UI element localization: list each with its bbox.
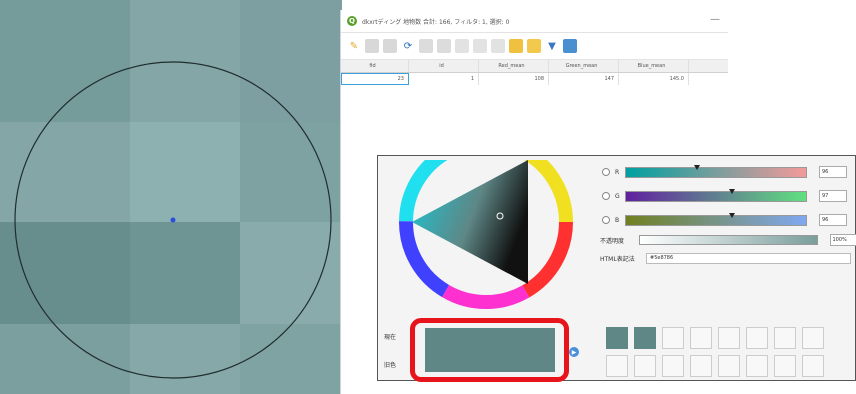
blue-slider[interactable] <box>625 212 807 226</box>
radio-g[interactable] <box>602 192 610 200</box>
color-swatch[interactable] <box>662 327 684 349</box>
grid-header: fid id Red_mean Green_mean Blue_mean <box>341 60 728 73</box>
minimize-icon[interactable]: — <box>710 14 720 25</box>
window-title: dkxrtディング 地物数 合計: 166, フィルタ: 1, 選択: 0 <box>362 18 510 26</box>
column-header[interactable]: Blue_mean <box>619 60 689 72</box>
table-cell[interactable]: 1 <box>409 73 479 85</box>
channel-label: R <box>615 168 620 176</box>
column-header[interactable]: Green_mean <box>549 60 619 72</box>
calc-icon[interactable] <box>563 39 577 53</box>
qgis-logo-icon: Q <box>347 16 357 26</box>
table-cell[interactable]: 108 <box>479 73 549 85</box>
color-swatch[interactable] <box>774 327 796 349</box>
channel-label: G <box>615 192 620 200</box>
opacity-slider[interactable] <box>639 235 818 245</box>
color-swatch-grid <box>606 327 824 377</box>
color-swatch[interactable] <box>690 327 712 349</box>
edit-pencil-icon[interactable]: ✎ <box>347 39 361 53</box>
slider-thumb[interactable] <box>694 164 701 170</box>
green-slider[interactable] <box>625 188 807 202</box>
color-swatch[interactable] <box>634 355 656 377</box>
opacity-label: 不透明度 <box>600 237 625 245</box>
map-canvas[interactable] <box>0 0 342 394</box>
refresh-icon[interactable]: ⟳ <box>401 39 415 53</box>
apply-arrow-icon[interactable]: ▶ <box>569 347 579 357</box>
old-color-label: 旧色 <box>384 362 397 369</box>
point-marker[interactable] <box>170 217 176 223</box>
slider-row-g: G 97 <box>600 188 856 204</box>
radio-r[interactable] <box>602 168 610 176</box>
attribute-toolbar: ✎ ⟳ ▼ <box>341 33 728 60</box>
radio-b[interactable] <box>602 216 610 224</box>
table-cell[interactable]: 23 <box>341 73 409 85</box>
opacity-value-field[interactable]: 100% <box>829 234 856 246</box>
column-header[interactable]: id <box>409 60 479 72</box>
color-swatch[interactable] <box>802 327 824 349</box>
attribute-grid: fid id Red_mean Green_mean Blue_mean 23 … <box>341 60 728 85</box>
trash-icon[interactable] <box>473 39 487 53</box>
zoom-icon[interactable] <box>491 39 505 53</box>
html-notation-label: HTML表記法 <box>600 255 635 263</box>
table-cell[interactable]: 145.0 <box>619 73 689 85</box>
color-swatch[interactable] <box>746 327 768 349</box>
html-notation-row: HTML表記法 #5e8786 <box>600 252 856 264</box>
color-swatch[interactable] <box>662 355 684 377</box>
color-swatch[interactable] <box>634 327 656 349</box>
color-swatch[interactable] <box>690 355 712 377</box>
window-title-bar: Q dkxrtディング 地物数 合計: 166, フィルタ: 1, 選択: 0 … <box>341 10 728 33</box>
slider-row-b: B 96 <box>600 212 856 228</box>
color-swatch[interactable] <box>606 327 628 349</box>
color-wheel[interactable] <box>390 160 578 310</box>
color-swatch[interactable] <box>774 355 796 377</box>
slider-thumb[interactable] <box>728 188 735 194</box>
red-slider[interactable] <box>625 164 807 178</box>
red-value-field[interactable]: 96 <box>819 166 847 178</box>
html-notation-field[interactable]: #5e8786 <box>646 252 851 264</box>
saturation-triangle[interactable] <box>412 160 528 284</box>
column-header[interactable]: fid <box>341 60 409 72</box>
filter-icon[interactable]: ▼ <box>545 39 559 53</box>
table-icon[interactable] <box>527 39 541 53</box>
channel-sliders: R 96 G 97 B 96 不透明度 100% HTML表記法 #5e8786 <box>600 164 856 264</box>
buffer-overlay <box>14 61 332 379</box>
opacity-row: 不透明度 100% <box>600 234 856 246</box>
slider-row-r: R 96 <box>600 164 856 180</box>
channel-label: B <box>615 216 620 224</box>
slider-thumb[interactable] <box>728 212 735 218</box>
highlight-annotation <box>410 318 569 382</box>
color-swatch[interactable] <box>802 355 824 377</box>
paste-icon[interactable] <box>437 39 451 53</box>
color-swatch[interactable] <box>746 355 768 377</box>
blue-value-field[interactable]: 96 <box>819 214 847 226</box>
table-cell[interactable]: 147 <box>549 73 619 85</box>
select-icon[interactable] <box>509 39 523 53</box>
green-value-field[interactable]: 97 <box>819 190 847 202</box>
column-header[interactable]: Red_mean <box>479 60 549 72</box>
copy-icon[interactable] <box>419 39 433 53</box>
current-color-label: 現在 <box>384 334 397 341</box>
delete-icon[interactable] <box>383 39 397 53</box>
color-swatch[interactable] <box>606 355 628 377</box>
save-icon[interactable] <box>365 39 379 53</box>
move-icon[interactable] <box>455 39 469 53</box>
color-swatch[interactable] <box>718 355 740 377</box>
color-swatch[interactable] <box>718 327 740 349</box>
table-row[interactable]: 23 1 108 147 145.0 <box>341 73 728 85</box>
